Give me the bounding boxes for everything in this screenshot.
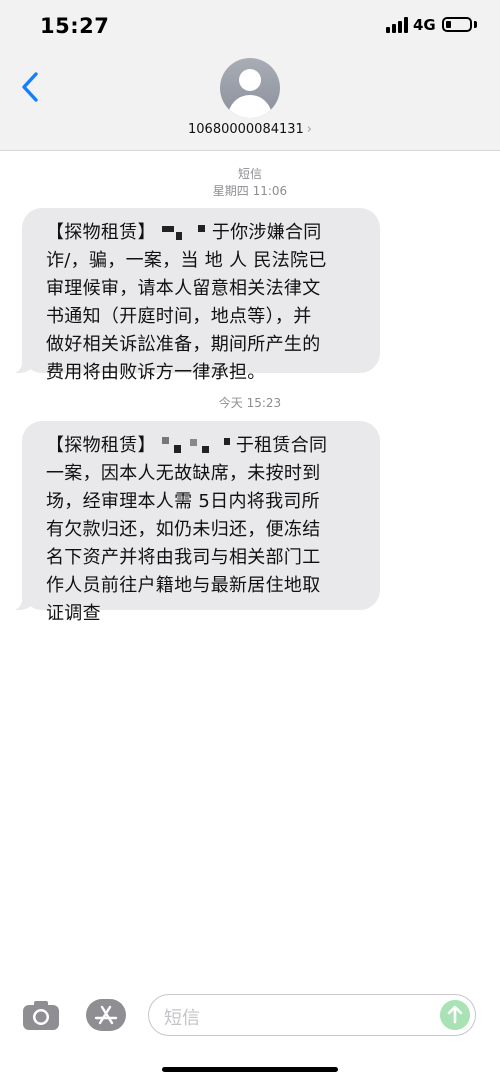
message-line: 名下资产并将由我司与相关部门工 — [46, 547, 321, 568]
contact-name[interactable]: 10680000084131 › — [0, 122, 500, 137]
message-line: 做好相关诉訟准备，期间所产生的 — [46, 334, 321, 355]
conversation-header: 10680000084131 › — [0, 54, 500, 151]
message-bubble[interactable]: 【探物租赁】 于租赁合同 一案，因本人无故缺席，未按时到 场，经审理本人需 5日内… — [10, 421, 380, 624]
camera-icon[interactable] — [22, 999, 60, 1031]
message-timestamp: 今天 15:23 — [218, 396, 282, 410]
status-bar: 15:27 4G — [0, 0, 500, 54]
message-line: 审理候审，请本人留意相关法律文 — [46, 278, 321, 299]
network-type: 4G — [413, 16, 436, 34]
message-bubble[interactable]: 【探物租赁】 于你涉嫌合同 诈/，骗，一案，当 地 人 民法院已 审理候审，请本人… — [10, 208, 380, 383]
message-line: 诈/，骗，一案，当 地 人 民法院已 — [46, 250, 327, 271]
message-input-placeholder: 短信 — [164, 1008, 200, 1029]
redacted-text — [156, 433, 236, 453]
battery-icon — [442, 17, 472, 32]
cellular-signal-icon — [386, 17, 408, 33]
status-time: 15:27 — [40, 14, 110, 38]
message-line: 证调查 — [46, 603, 101, 624]
message-type-label: 短信 — [237, 167, 262, 181]
battery-tip — [474, 21, 477, 28]
message-line: 【探物租赁】 于你涉嫌合同 — [46, 220, 322, 243]
message-line: 【探物租赁】 于租赁合同 — [46, 433, 328, 456]
message-line: 场，经审理本人需 5日内将我司所 — [46, 491, 320, 512]
redacted-text — [156, 220, 212, 240]
message-line: 作人员前往户籍地与最新居住地取 — [46, 575, 321, 596]
message-line: 费用将由败诉方一律承担。 — [46, 362, 266, 383]
message-line: 书通知（开庭时间，地点等），并 — [46, 306, 312, 327]
message-input[interactable]: 短信 — [148, 994, 476, 1036]
message-timestamp: 星期四 11:06 — [212, 184, 288, 198]
contact-number: 10680000084131 — [188, 122, 304, 137]
chevron-right-icon: › — [306, 122, 312, 137]
send-arrow-icon[interactable] — [440, 1000, 470, 1030]
home-indicator[interactable] — [162, 1067, 338, 1072]
message-line: 一案，因本人无故缺席，未按时到 — [46, 463, 321, 484]
app-store-icon[interactable] — [86, 999, 126, 1031]
contact-avatar[interactable] — [220, 58, 280, 118]
back-chevron-icon[interactable] — [18, 70, 46, 104]
message-line: 有欠款归还，如仍未归还，便冻结 — [46, 519, 321, 540]
person-icon — [239, 69, 261, 91]
